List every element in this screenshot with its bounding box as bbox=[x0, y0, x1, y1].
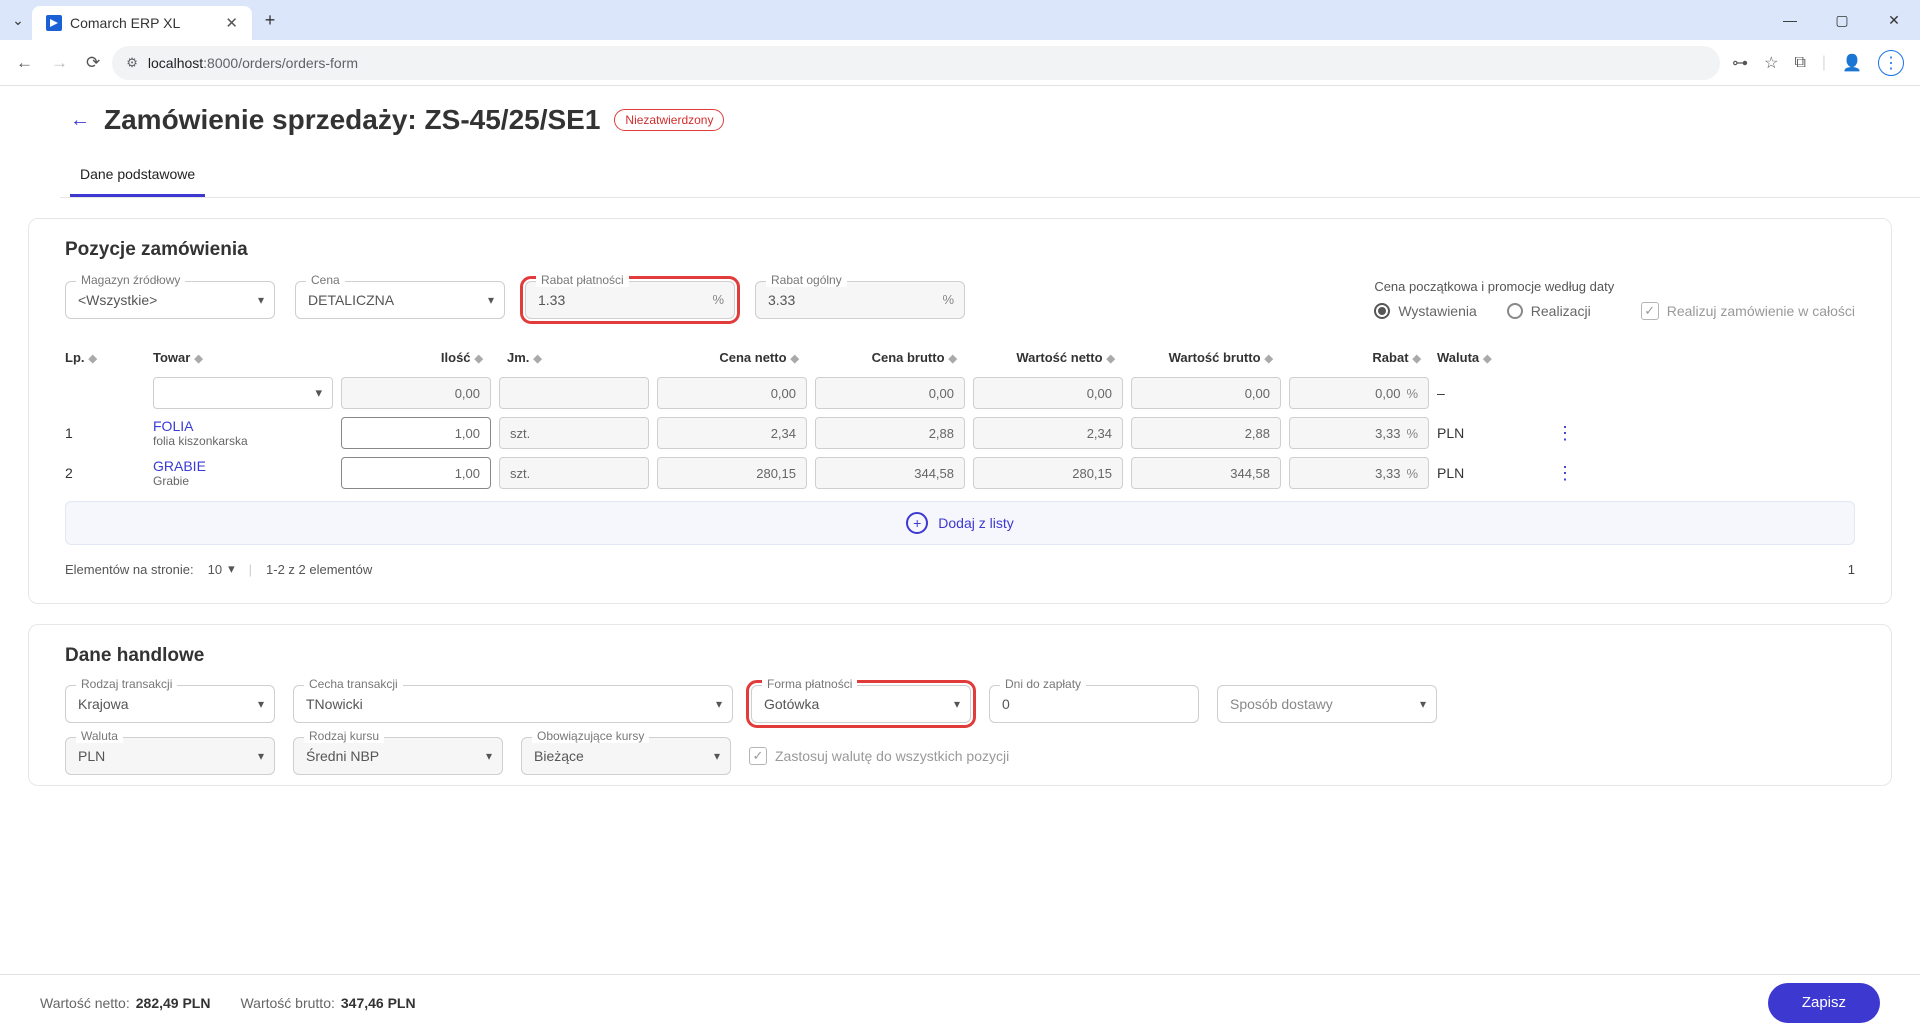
profile-avatar-icon[interactable]: 👤 bbox=[1842, 53, 1862, 73]
pager-range: 1-2 z 2 elementów bbox=[266, 562, 372, 577]
unit-input[interactable]: szt. bbox=[499, 457, 649, 489]
chevron-down-icon: ▾ bbox=[258, 293, 264, 307]
status-badge: Niezatwierdzony bbox=[614, 109, 724, 131]
back-icon[interactable]: ← bbox=[16, 53, 33, 73]
chevron-down-icon: ▾ bbox=[488, 293, 494, 307]
tab-basic-data[interactable]: Dane podstawowe bbox=[70, 156, 205, 197]
item-link[interactable]: GRABIE bbox=[153, 458, 206, 474]
delivery-method-select[interactable]: Sposób dostawy ▾ bbox=[1217, 685, 1437, 723]
apply-currency-checkbox[interactable]: ✓ Zastosuj walutę do wszystkich pozycji bbox=[749, 747, 1855, 765]
bookmark-star-icon[interactable]: ☆ bbox=[1764, 53, 1778, 73]
add-from-list-button[interactable]: + Dodaj z listy bbox=[65, 501, 1855, 545]
qty-input[interactable]: 1,00 bbox=[341, 457, 491, 489]
browser-toolbar: ← → ⟳ ⚙ localhost:8000/orders/orders-for… bbox=[0, 40, 1920, 86]
qty-input[interactable]: 1,00 bbox=[341, 417, 491, 449]
price-select[interactable]: Cena DETALICZNA ▾ bbox=[295, 281, 505, 319]
page-title: Zamówienie sprzedaży: ZS-45/25/SE1 bbox=[104, 104, 600, 136]
chevron-down-icon: ▾ bbox=[228, 561, 235, 577]
pager-per-page-select[interactable]: 10 ▾ bbox=[208, 561, 235, 577]
row-menu-button[interactable]: ⋮ bbox=[1545, 423, 1585, 444]
current-rates-select[interactable]: Obowiązujące kursy Bieżące ▾ bbox=[521, 737, 731, 775]
checkbox-icon: ✓ bbox=[749, 747, 767, 765]
warehouse-select[interactable]: Magazyn źródłowy <Wszystkie> ▾ bbox=[65, 281, 275, 319]
radio-issuance[interactable]: Wystawienia bbox=[1374, 303, 1476, 319]
card-order-items: Pozycje zamówienia Magazyn źródłowy <Wsz… bbox=[28, 218, 1892, 604]
site-info-icon[interactable]: ⚙ bbox=[126, 55, 138, 71]
rate-type-select[interactable]: Rodzaj kursu Średni NBP ▾ bbox=[293, 737, 503, 775]
extensions-icon[interactable]: ⧉ bbox=[1794, 54, 1805, 72]
browser-menu-button[interactable]: ⋮ bbox=[1878, 50, 1904, 76]
row-menu-button[interactable]: ⋮ bbox=[1545, 463, 1585, 484]
table-header: Lp.◆ Towar◆ Ilość◆ Jm.◆ Cena netto◆ Cena… bbox=[65, 342, 1855, 373]
payment-method-select[interactable]: Forma płatności Gotówka ▾ bbox=[751, 685, 971, 723]
chevron-down-icon: ▾ bbox=[486, 749, 492, 763]
currency-select[interactable]: Waluta PLN ▾ bbox=[65, 737, 275, 775]
password-key-icon[interactable]: ⊶ bbox=[1732, 53, 1748, 73]
chevron-down-icon: ▾ bbox=[714, 749, 720, 763]
new-tab-button[interactable]: + bbox=[256, 10, 284, 31]
window-minimize-button[interactable]: — bbox=[1776, 12, 1804, 29]
table-row: 1 FOLIAfolia kiszonkarska 1,00 szt. 2,34… bbox=[65, 413, 1855, 453]
checkbox-full-order[interactable]: ✓ Realizuj zamówienie w całości bbox=[1641, 302, 1855, 320]
chevron-down-icon: ▾ bbox=[954, 697, 960, 711]
footer-bar: Wartość netto:282,49 PLN Wartość brutto:… bbox=[0, 974, 1920, 1030]
unit-input[interactable]: szt. bbox=[499, 417, 649, 449]
browser-titlebar: ⌄ Comarch ERP XL ✕ + — ▢ ✕ bbox=[0, 0, 1920, 40]
unit-input[interactable] bbox=[499, 377, 649, 409]
app-favicon bbox=[46, 15, 62, 31]
card-trade-data: Dane handlowe Rodzaj transakcji Krajowa … bbox=[28, 624, 1892, 786]
chevron-down-icon: ▾ bbox=[1420, 697, 1426, 711]
url-text: localhost:8000/orders/orders-form bbox=[148, 55, 358, 71]
section-title-trade-data: Dane handlowe bbox=[65, 645, 1855, 667]
plus-icon: + bbox=[906, 512, 928, 534]
save-button[interactable]: Zapisz bbox=[1768, 983, 1880, 1023]
browser-tab-title: Comarch ERP XL bbox=[70, 15, 180, 31]
item-link[interactable]: FOLIA bbox=[153, 418, 193, 434]
checkbox-icon: ✓ bbox=[1641, 302, 1659, 320]
radio-realization[interactable]: Realizacji bbox=[1507, 303, 1591, 319]
general-discount-input[interactable]: Rabat ogólny 3.33 % bbox=[755, 281, 965, 319]
pager-current-page: 1 bbox=[1848, 562, 1855, 577]
url-bar[interactable]: ⚙ localhost:8000/orders/orders-form bbox=[112, 46, 1720, 80]
browser-tab[interactable]: Comarch ERP XL ✕ bbox=[32, 6, 252, 40]
window-maximize-button[interactable]: ▢ bbox=[1828, 12, 1856, 29]
chevron-down-icon: ▾ bbox=[716, 697, 722, 711]
days-to-pay-input[interactable]: Dni do zapłaty 0 bbox=[989, 685, 1199, 723]
pager-per-page-label: Elementów na stronie: bbox=[65, 562, 194, 577]
item-select[interactable]: ▾ bbox=[153, 377, 333, 409]
payment-discount-input[interactable]: Rabat płatności 1.33 % bbox=[525, 281, 735, 319]
transaction-type-select[interactable]: Rodzaj transakcji Krajowa ▾ bbox=[65, 685, 275, 723]
table-row-new: ▾ 0,00 0,00 0,00 0,00 0,00 0,00% – bbox=[65, 373, 1855, 413]
chevron-down-icon: ▾ bbox=[258, 749, 264, 763]
page-back-button[interactable]: ← bbox=[70, 109, 90, 132]
forward-icon[interactable]: → bbox=[51, 53, 68, 73]
section-title-order-items: Pozycje zamówienia bbox=[65, 239, 1855, 261]
qty-input[interactable]: 0,00 bbox=[341, 377, 491, 409]
chevron-down-icon[interactable]: ⌄ bbox=[8, 12, 28, 29]
table-row: 2 GRABIEGrabie 1,00 szt. 280,15 344,58 2… bbox=[65, 453, 1855, 493]
window-close-button[interactable]: ✕ bbox=[1880, 12, 1908, 29]
close-icon[interactable]: ✕ bbox=[225, 14, 238, 32]
price-date-label: Cena początkowa i promocje według daty bbox=[1374, 279, 1855, 294]
reload-icon[interactable]: ⟳ bbox=[86, 53, 100, 73]
chevron-down-icon: ▾ bbox=[258, 697, 264, 711]
transaction-feature-select[interactable]: Cecha transakcji TNowicki ▾ bbox=[293, 685, 733, 723]
